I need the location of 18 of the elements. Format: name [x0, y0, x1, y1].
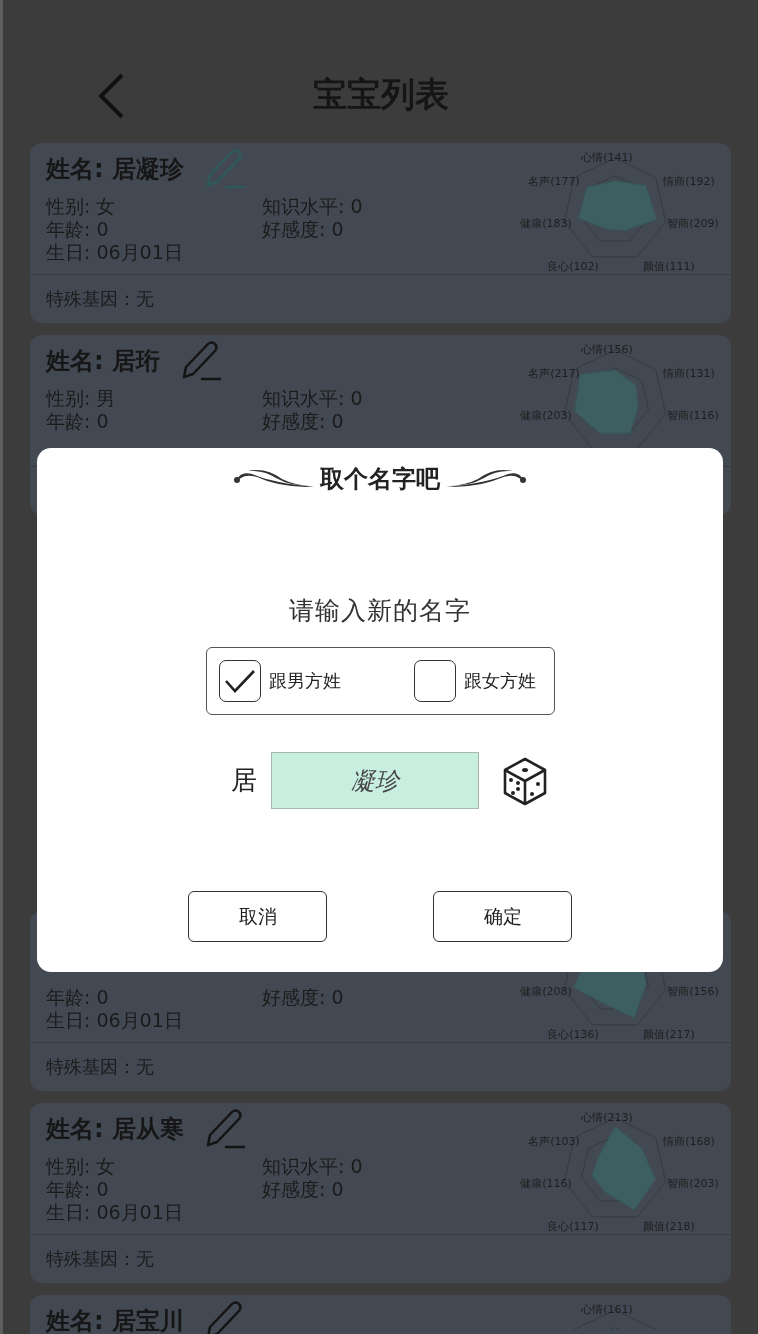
info-text: 知识水平: 0: [262, 195, 363, 218]
option-label: 跟女方姓: [463, 669, 536, 693]
baby-name: 姓名: 居凝珍: [46, 154, 184, 185]
info-text: 知识水平: 0: [262, 1155, 363, 1178]
baby-name: 姓名: 居从寒: [46, 1114, 184, 1145]
info-text: 知识水平: 0: [262, 387, 363, 410]
cancel-button[interactable]: 取消: [188, 891, 327, 942]
baby-name: 姓名: 居宝川: [46, 1306, 184, 1334]
surname-text: 居: [231, 764, 257, 797]
dialog-title: 取个名字吧: [320, 464, 440, 495]
name-input[interactable]: 凝珍: [271, 752, 479, 809]
dice-icon[interactable]: [501, 755, 549, 806]
prompt-text: 请输入新的名字: [289, 595, 471, 627]
checkbox[interactable]: [413, 660, 456, 702]
checkbox[interactable]: [218, 660, 261, 702]
confirm-button[interactable]: 确定: [433, 891, 572, 942]
baby-name: 姓名: 居珩: [46, 346, 160, 377]
option-label: 跟男方姓: [268, 669, 341, 693]
